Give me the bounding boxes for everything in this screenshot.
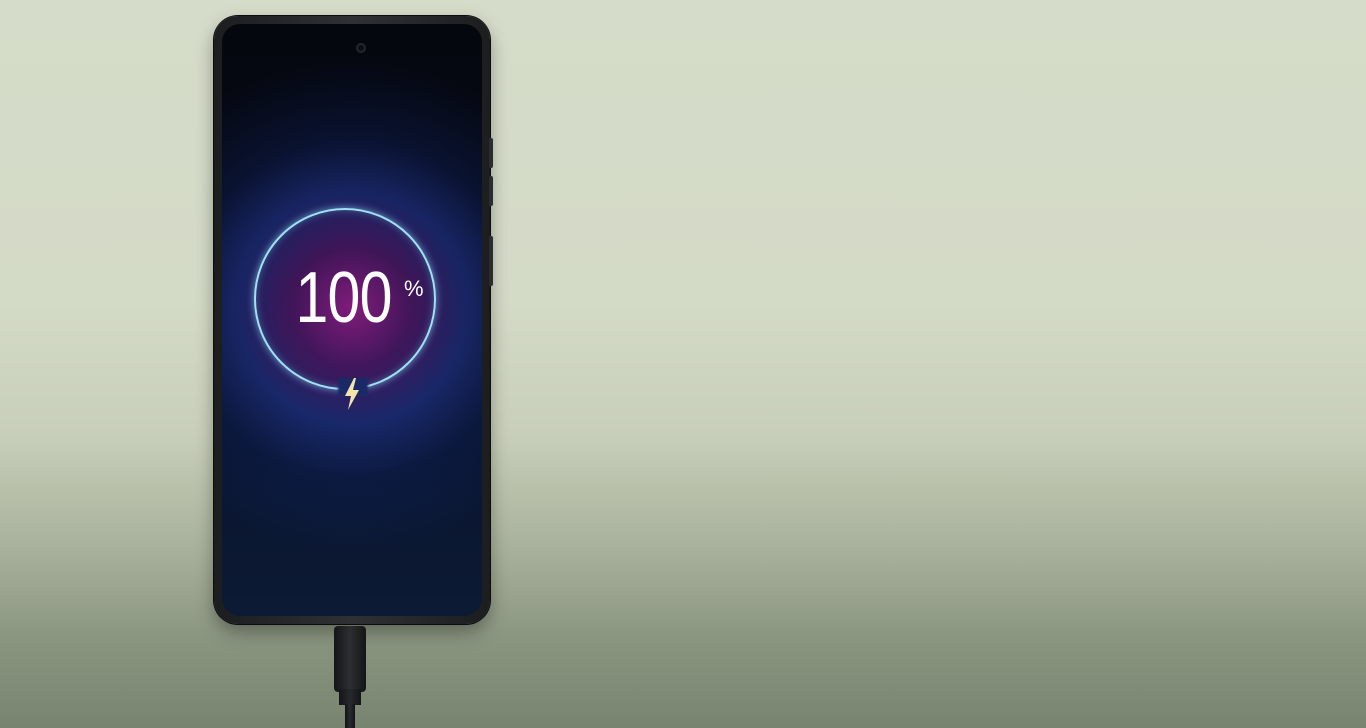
power-button <box>489 236 493 286</box>
percent-sign: % <box>404 276 424 301</box>
front-camera-icon <box>356 43 366 53</box>
usb-c-connector <box>334 626 366 692</box>
battery-level-value: 100 <box>295 258 393 338</box>
volume-up-button <box>489 138 493 168</box>
connector-strain-relief <box>339 689 361 705</box>
battery-percentage: 100% <box>262 262 426 334</box>
lightning-bolt-icon <box>345 378 359 410</box>
charging-cable <box>345 704 355 728</box>
volume-down-button <box>489 176 493 206</box>
